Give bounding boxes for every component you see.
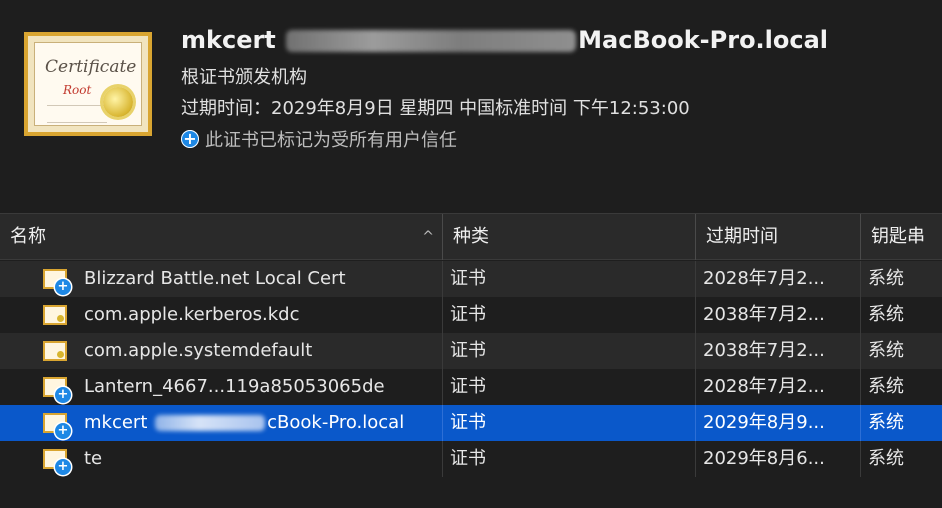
trusted-plus-icon: + <box>181 130 199 148</box>
cell-expires: 2038年7月2... <box>703 304 825 325</box>
trust-status-text: 此证书已标记为受所有用户信任 <box>205 130 457 151</box>
certificate-title: mkcert MacBook-Pro.local <box>181 26 829 54</box>
cell-name: Lantern_4667...119a85053065de <box>84 376 385 397</box>
cell-keychain: 系统 <box>868 268 904 289</box>
cell-name: com.apple.kerberos.kdc <box>84 304 300 325</box>
certificate-icon: Certificate Root <box>24 32 152 136</box>
certificate-list: + Blizzard Battle.net Local Cert 证书 2028… <box>0 261 942 477</box>
cell-name: mkcert cBook-Pro.local <box>84 412 405 433</box>
cell-kind: 证书 <box>450 268 486 289</box>
cell-keychain: 系统 <box>868 376 904 397</box>
column-header-kind[interactable]: 种类 <box>442 214 695 260</box>
certificate-detail-header: Certificate Root mkcert MacBook-Pro.loca… <box>0 0 942 213</box>
cell-kind: 证书 <box>450 412 486 433</box>
cell-keychain: 系统 <box>868 448 904 469</box>
redacted-text <box>286 30 577 52</box>
cell-name: com.apple.systemdefault <box>84 340 313 361</box>
sort-ascending-icon[interactable]: ^ <box>422 214 434 260</box>
certificate-authority-label: 根证书颁发机构 <box>181 67 307 88</box>
cell-keychain: 系统 <box>868 412 904 433</box>
cell-keychain: 系统 <box>868 304 904 325</box>
column-header-name[interactable]: 名称 ^ <box>0 214 442 260</box>
cell-expires: 2038年7月2... <box>703 340 825 361</box>
column-header-keychain[interactable]: 钥匙串 <box>860 214 942 260</box>
certificate-icon-text: Certificate <box>45 57 137 77</box>
cell-expires: 2028年7月2... <box>703 268 825 289</box>
seal-icon <box>103 87 133 117</box>
table-row[interactable]: com.apple.systemdefault 证书 2038年7月2... 系… <box>0 333 942 369</box>
table-row[interactable]: com.apple.kerberos.kdc 证书 2038年7月2... 系统 <box>0 297 942 333</box>
table-row-selected[interactable]: + mkcert cBook-Pro.local 证书 2029年8月9... … <box>0 405 942 441</box>
cell-kind: 证书 <box>450 376 486 397</box>
cell-kind: 证书 <box>450 304 486 325</box>
cell-name: Blizzard Battle.net Local Cert <box>84 268 346 289</box>
table-row[interactable]: + Lantern_4667...119a85053065de 证书 2028年… <box>0 369 942 405</box>
cell-expires: 2028年7月2... <box>703 376 825 397</box>
cell-kind: 证书 <box>450 448 486 469</box>
expiry-label: 过期时间：2029年8月9日 星期四 中国标准时间 下午12:53:00 <box>181 98 690 119</box>
column-header-expires[interactable]: 过期时间 <box>695 214 860 260</box>
cell-keychain: 系统 <box>868 340 904 361</box>
cell-expires: 2029年8月9... <box>703 412 825 433</box>
cell-kind: 证书 <box>450 340 486 361</box>
cell-expires: 2029年8月6... <box>703 448 825 469</box>
table-row[interactable]: + Blizzard Battle.net Local Cert 证书 2028… <box>0 261 942 297</box>
trust-status: + 此证书已标记为受所有用户信任 <box>181 126 457 152</box>
cell-name: te <box>84 448 103 469</box>
redacted-text <box>155 415 266 431</box>
table-row[interactable]: + te 证书 2029年8月6... 系统 <box>0 441 942 477</box>
root-icon-text: Root <box>63 83 92 97</box>
table-header: 名称 ^ 种类 过期时间 钥匙串 <box>0 213 942 260</box>
